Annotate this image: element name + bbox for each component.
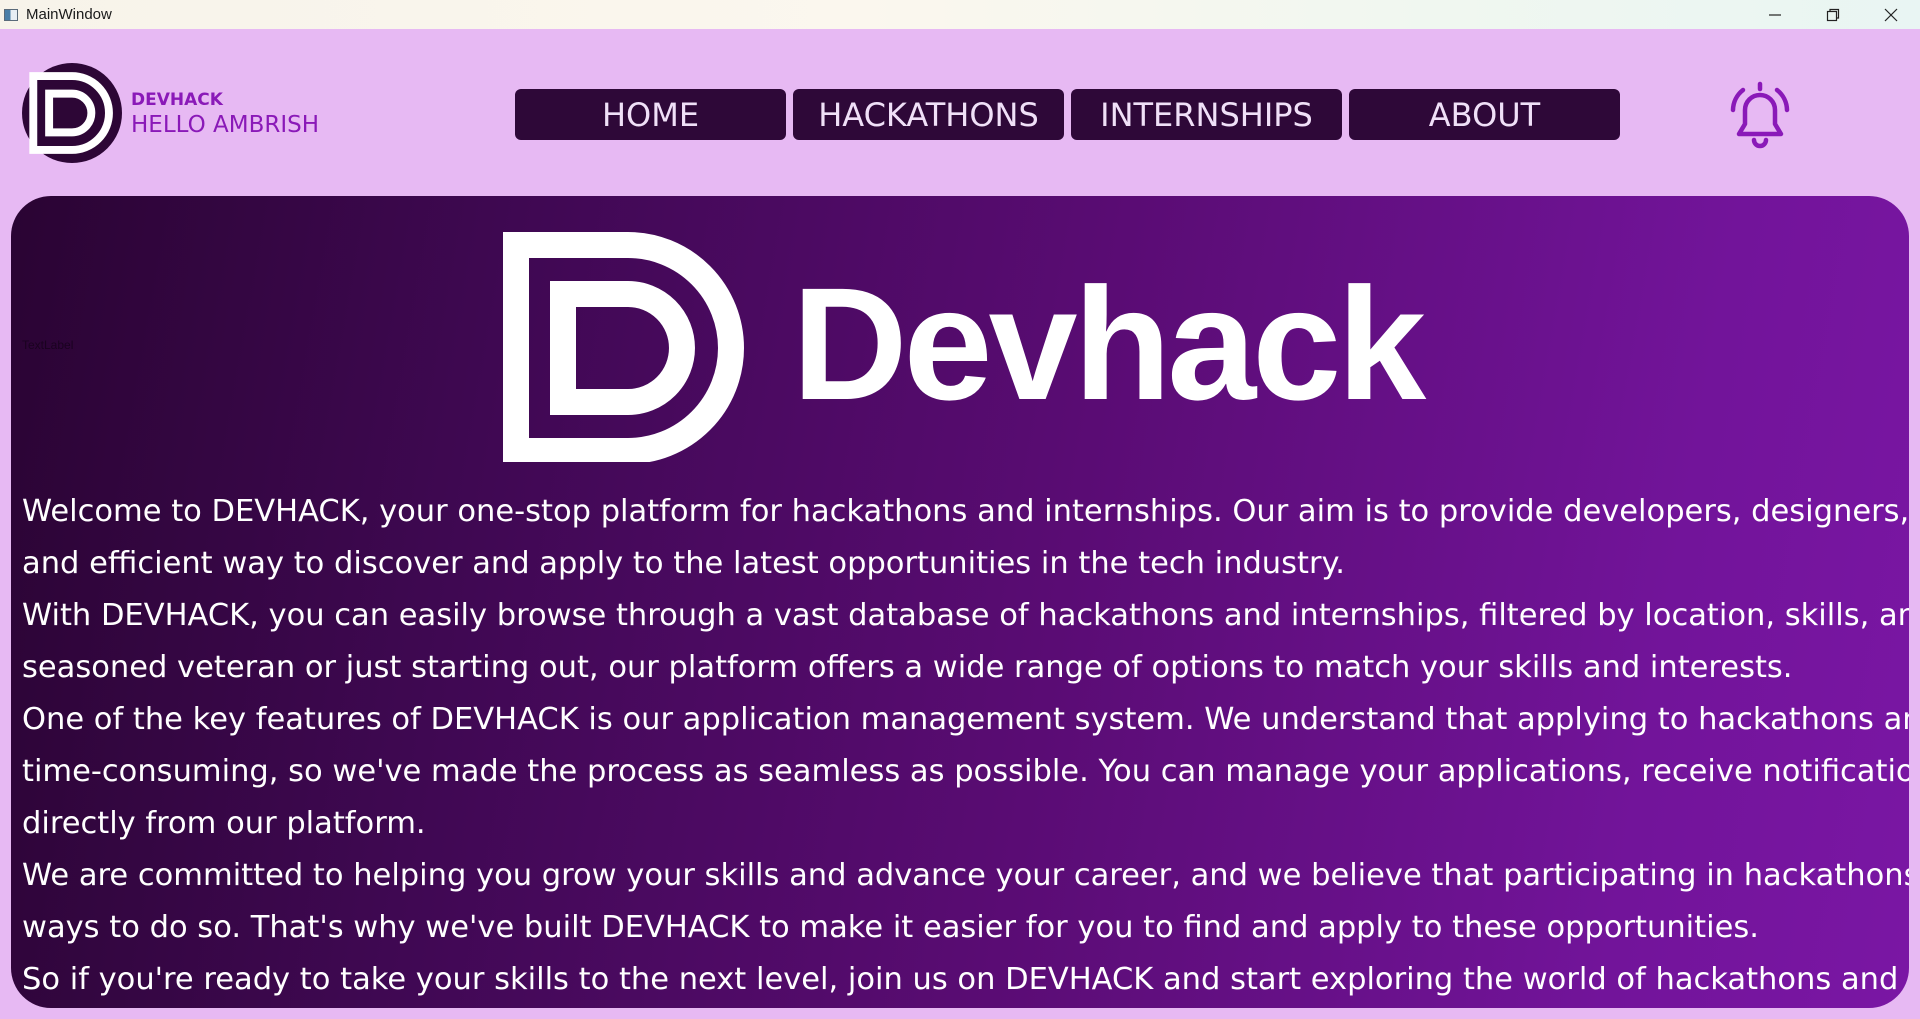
about-line: So if you're ready to take your skills t…	[22, 962, 1909, 997]
about-panel: TextLabel Devhack Welcome to DEVHACK, yo…	[11, 196, 1909, 1008]
close-icon	[1884, 8, 1898, 21]
about-line: With DEVHACK, you can easily browse thro…	[22, 598, 1909, 633]
title-bar: MainWindow	[0, 0, 1920, 29]
close-button[interactable]	[1862, 0, 1920, 29]
window-title: MainWindow	[26, 6, 112, 23]
about-line: One of the key features of DEVHACK is ou…	[22, 702, 1909, 737]
about-line: time-consuming, so we've made the proces…	[22, 754, 1909, 789]
restore-icon	[1826, 8, 1840, 21]
restore-button[interactable]	[1804, 0, 1862, 29]
nav-hackathons-button[interactable]: HACKATHONS	[793, 89, 1064, 140]
minimize-button[interactable]	[1746, 0, 1804, 29]
main-nav: HOME HACKATHONS INTERNSHIPS ABOUT	[515, 89, 1620, 140]
devhack-logo	[22, 63, 122, 163]
notification-bell-icon[interactable]	[1725, 78, 1795, 152]
text-label: TextLabel	[22, 338, 74, 352]
window-controls	[1746, 0, 1920, 29]
nav-about-button[interactable]: ABOUT	[1349, 89, 1620, 140]
about-line: and efficient way to discover and apply …	[22, 546, 1345, 581]
brand-name: DEVHACK	[131, 90, 223, 110]
about-line: ways to do so. That's why we've built DE…	[22, 910, 1759, 945]
about-line: seasoned veteran or just starting out, o…	[22, 650, 1793, 685]
nav-home-button[interactable]: HOME	[515, 89, 786, 140]
minimize-icon	[1769, 13, 1781, 16]
devhack-logo-icon	[29, 72, 113, 154]
about-text: Welcome to DEVHACK, your one-stop platfo…	[22, 486, 1909, 1006]
about-line: Welcome to DEVHACK, your one-stop platfo…	[22, 494, 1909, 529]
about-line: directly from our platform.	[22, 806, 426, 841]
hero-wordmark: Devhack	[792, 254, 1426, 433]
nav-internships-button[interactable]: INTERNSHIPS	[1071, 89, 1342, 140]
about-line: We are committed to helping you grow you…	[22, 858, 1909, 893]
user-greeting: HELLO AMBRISH	[131, 112, 320, 138]
app-icon	[4, 8, 18, 21]
